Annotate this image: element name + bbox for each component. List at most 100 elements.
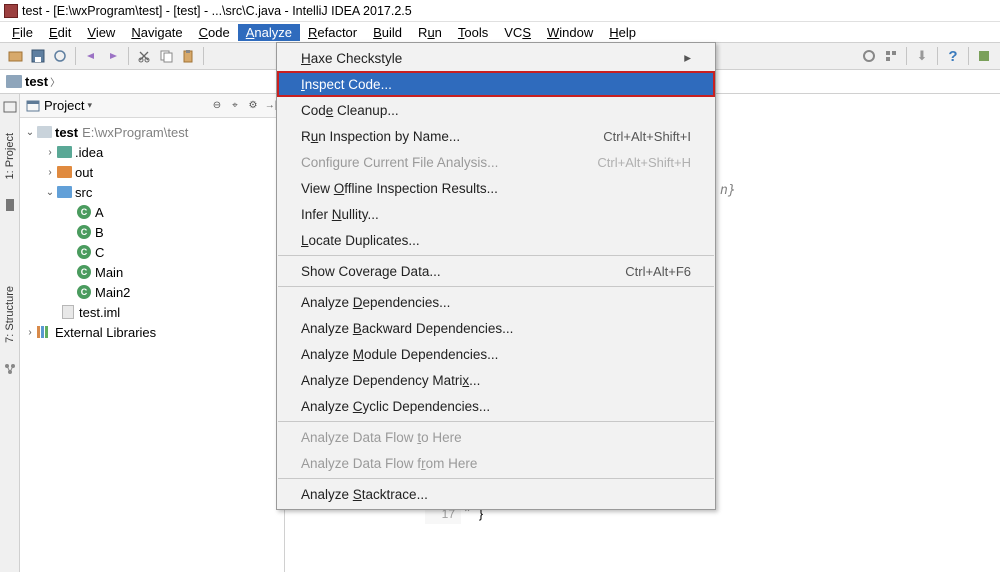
menu-item-cyclic-deps[interactable]: Analyze Cyclic Dependencies... xyxy=(277,393,715,419)
gear-icon[interactable]: ⚙ xyxy=(246,100,260,111)
menu-analyze[interactable]: Analyze xyxy=(238,24,300,41)
toolbar-separator xyxy=(968,47,969,65)
tree-node-src[interactable]: ⌄ src xyxy=(20,182,284,202)
menu-item-analyze-module-deps[interactable]: Analyze Module Dependencies... xyxy=(277,341,715,367)
menu-code[interactable]: Code xyxy=(191,24,238,41)
locate-icon[interactable]: ⌖ xyxy=(228,100,242,111)
tree-label: out xyxy=(75,165,93,180)
plugin-icon[interactable] xyxy=(974,46,994,66)
class-icon: C xyxy=(77,265,91,279)
tree-node-project-root[interactable]: ⌄ test E:\wxProgram\test xyxy=(20,122,284,142)
menu-item-haxe-checkstyle[interactable]: Haxe Checkstyle▸ xyxy=(277,45,715,71)
folder-icon xyxy=(57,166,72,178)
menu-window[interactable]: Window xyxy=(539,24,601,41)
folder-icon xyxy=(57,146,72,158)
project-tool-icon[interactable] xyxy=(3,100,17,114)
paste-icon[interactable] xyxy=(178,46,198,66)
menu-help[interactable]: Help xyxy=(601,24,644,41)
menu-navigate[interactable]: Navigate xyxy=(123,24,190,41)
tree-label: A xyxy=(95,205,104,220)
class-icon: C xyxy=(77,205,91,219)
tree-node-class[interactable]: CB xyxy=(20,222,284,242)
menu-tools[interactable]: Tools xyxy=(450,24,496,41)
tree-node-class[interactable]: CMain xyxy=(20,262,284,282)
menu-file[interactable]: File xyxy=(4,24,41,41)
menu-vcs[interactable]: VCS xyxy=(496,24,539,41)
menu-item-run-inspection[interactable]: Run Inspection by Name...Ctrl+Alt+Shift+… xyxy=(277,123,715,149)
help-icon[interactable]: ? xyxy=(943,46,963,66)
copy-icon[interactable] xyxy=(156,46,176,66)
settings-icon[interactable] xyxy=(859,46,879,66)
save-icon[interactable] xyxy=(28,46,48,66)
cut-icon[interactable] xyxy=(134,46,154,66)
structure-tool-icon[interactable] xyxy=(3,362,17,376)
menu-item-analyze-stacktrace[interactable]: Analyze Stacktrace... xyxy=(277,481,715,507)
undo-icon[interactable] xyxy=(81,46,101,66)
class-icon: C xyxy=(77,225,91,239)
analyze-menu: Haxe Checkstyle▸ Inspect Code... Code Cl… xyxy=(276,42,716,510)
chevron-right-icon: 〉 xyxy=(50,74,60,89)
title-bar: test - [E:\wxProgram\test] - [test] - ..… xyxy=(0,0,1000,22)
menu-item-locate-duplicates[interactable]: Locate Duplicates... xyxy=(277,227,715,253)
download-icon[interactable]: ⬇ xyxy=(912,46,932,66)
menu-item-analyze-deps[interactable]: Analyze Dependencies... xyxy=(277,289,715,315)
expand-toggle[interactable]: ⌄ xyxy=(24,127,36,138)
left-gutter: 1: Project 7: Structure xyxy=(0,94,20,572)
project-tool-window: Project ▾ ⊖ ⌖ ⚙ →| ⌄ test E:\wxProgram\t… xyxy=(20,94,285,572)
sync-icon[interactable] xyxy=(50,46,70,66)
menu-item-analyze-backward-deps[interactable]: Analyze Backward Dependencies... xyxy=(277,315,715,341)
folder-icon xyxy=(6,75,22,88)
open-icon[interactable] xyxy=(6,46,26,66)
project-tab[interactable]: 1: Project xyxy=(4,129,16,183)
structure-icon[interactable] xyxy=(881,46,901,66)
redo-icon[interactable] xyxy=(103,46,123,66)
menu-item-dependency-matrix[interactable]: Analyze Dependency Matrix... xyxy=(277,367,715,393)
breadcrumb-item[interactable]: test xyxy=(25,74,48,89)
tree-node-external-libs[interactable]: › External Libraries xyxy=(20,322,284,342)
menu-item-show-coverage[interactable]: Show Coverage Data...Ctrl+Alt+F6 xyxy=(277,258,715,284)
project-view-icon xyxy=(26,99,40,113)
tree-node-out[interactable]: › out xyxy=(20,162,284,182)
expand-toggle[interactable]: › xyxy=(24,327,36,338)
toolbar-separator xyxy=(75,47,76,65)
menu-item-infer-nullity[interactable]: Infer Nullity... xyxy=(277,201,715,227)
tree-label: C xyxy=(95,245,104,260)
tree-node-class[interactable]: CMain2 xyxy=(20,282,284,302)
project-tree: ⌄ test E:\wxProgram\test › .idea › out ⌄… xyxy=(20,118,284,346)
tree-label: .idea xyxy=(75,145,103,160)
menubar: File Edit View Navigate Code Analyze Ref… xyxy=(0,22,1000,42)
menu-refactor[interactable]: Refactor xyxy=(300,24,365,41)
module-icon xyxy=(37,126,52,138)
project-header[interactable]: Project ▾ ⊖ ⌖ ⚙ →| xyxy=(20,94,284,118)
code-hint: n} xyxy=(720,183,736,198)
menu-item-data-flow-to: Analyze Data Flow to Here xyxy=(277,424,715,450)
menu-build[interactable]: Build xyxy=(365,24,410,41)
app-icon xyxy=(4,4,18,18)
menu-separator xyxy=(278,421,714,422)
tree-node-class[interactable]: CC xyxy=(20,242,284,262)
structure-tab[interactable]: 7: Structure xyxy=(4,282,16,347)
menu-edit[interactable]: Edit xyxy=(41,24,79,41)
tree-label: test xyxy=(55,125,78,140)
shortcut-label: Ctrl+Alt+Shift+H xyxy=(597,155,691,170)
submenu-arrow-icon: ▸ xyxy=(684,50,691,66)
expand-toggle[interactable]: › xyxy=(44,167,56,178)
expand-toggle[interactable]: ⌄ xyxy=(44,187,56,198)
collapse-icon[interactable]: ⊖ xyxy=(210,100,224,111)
menu-item-data-flow-from: Analyze Data Flow from Here xyxy=(277,450,715,476)
menu-item-inspect-code[interactable]: Inspect Code... xyxy=(277,71,715,97)
menu-view[interactable]: View xyxy=(79,24,123,41)
tree-node-idea[interactable]: › .idea xyxy=(20,142,284,162)
project-header-label: Project xyxy=(44,98,84,113)
expand-toggle[interactable]: › xyxy=(44,147,56,158)
menu-item-code-cleanup[interactable]: Code Cleanup... xyxy=(277,97,715,123)
chevron-down-icon[interactable]: ▾ xyxy=(87,100,92,111)
tree-label: test.iml xyxy=(79,305,120,320)
menu-run[interactable]: Run xyxy=(410,24,450,41)
bookmark-icon[interactable] xyxy=(3,198,17,212)
tree-node-file[interactable]: test.iml xyxy=(20,302,284,322)
toolbar-separator xyxy=(128,47,129,65)
menu-item-configure-analysis: Configure Current File Analysis...Ctrl+A… xyxy=(277,149,715,175)
tree-node-class[interactable]: CA xyxy=(20,202,284,222)
menu-item-view-offline[interactable]: View Offline Inspection Results... xyxy=(277,175,715,201)
